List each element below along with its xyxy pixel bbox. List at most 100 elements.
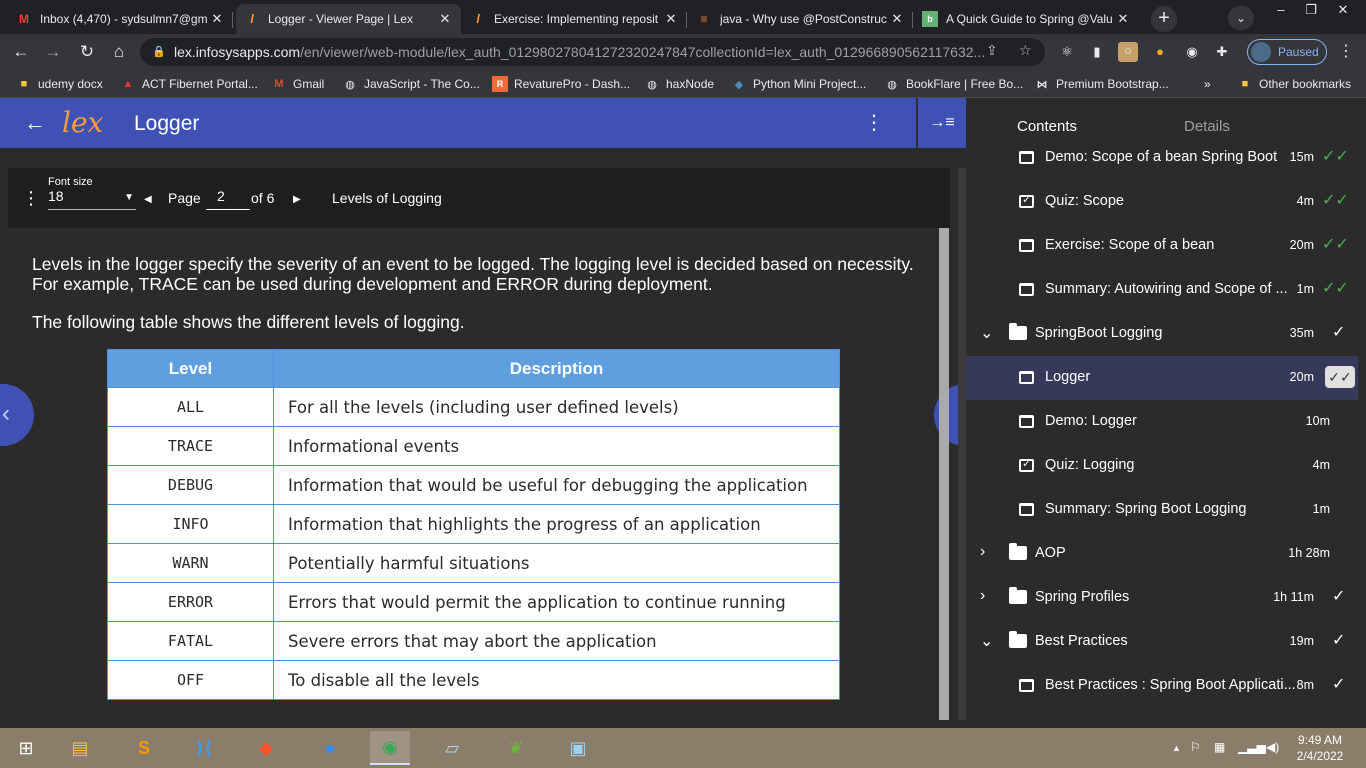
flag-icon[interactable]: ⚐ — [1190, 740, 1201, 754]
tab-title: java - Why use @PostConstruc — [720, 12, 887, 26]
module-icon — [1019, 371, 1034, 384]
collapse-panel-button[interactable]: →≡ — [916, 98, 966, 148]
chevron-down-icon[interactable]: ⌄ — [980, 631, 993, 651]
camera-icon[interactable]: ◉ — [1182, 42, 1202, 62]
signal-icon[interactable]: ▁▃▅ — [1238, 740, 1266, 754]
viewer-content: ⋮ Font size 18 ▼ ◀ Page 2 of 6 ▶ Levels … — [0, 148, 966, 728]
bookmark-javascript[interactable]: ◍ JavaScript - The Co... — [342, 75, 480, 93]
list-item[interactable]: Quiz: Scope 4m ✓✓ — [966, 180, 1358, 224]
list-item[interactable]: Exercise: Scope of a bean 20m ✓✓ — [966, 224, 1358, 268]
folder-icon — [1009, 631, 1027, 648]
photos-icon[interactable]: ▣ — [558, 731, 598, 765]
folder-best-practices[interactable]: ⌄ Best Practices 19m ✓ — [966, 620, 1358, 664]
lock-icon: 🔒 — [152, 46, 166, 58]
list-item[interactable]: Demo: Scope of a bean Spring Boot 15m ✓✓ — [966, 136, 1358, 180]
chevron-right-icon[interactable]: › — [980, 543, 985, 561]
bookmark-python[interactable]: ◆ Python Mini Project... — [731, 75, 867, 93]
window-close-icon[interactable]: ✕ — [1330, 2, 1356, 18]
check-icon: ✓ — [1332, 632, 1346, 649]
next-page-icon[interactable]: ▶ — [293, 194, 301, 205]
back-arrow-icon[interactable]: ← — [8, 40, 34, 64]
browser-tab-gmail[interactable]: M Inbox (4,470) - sydsulmn7@gm ✕ — [8, 4, 233, 34]
browser-tab-stackoverflow[interactable]: ≡ java - Why use @PostConstruc ✕ — [688, 4, 913, 34]
other-bookmarks[interactable]: ■ Other bookmarks — [1237, 75, 1351, 93]
browser-tab-exercise[interactable]: l Exercise: Implementing reposit ✕ — [462, 4, 687, 34]
face-extension-icon[interactable]: ☺ — [1118, 42, 1138, 62]
back-arrow-icon[interactable]: ← — [24, 110, 46, 136]
bookmarks-overflow-button[interactable]: » — [1204, 75, 1211, 93]
tab-search-button[interactable]: ⌄ — [1228, 6, 1254, 30]
check-icon: ✓ — [1332, 676, 1346, 693]
extension-icon[interactable]: ▮ — [1087, 42, 1107, 62]
previous-page-icon[interactable]: ◀ — [144, 194, 152, 205]
brave-icon[interactable]: ◆ — [246, 731, 286, 765]
bookmark-bookflare[interactable]: ◍ BookFlare | Free Bo... — [884, 75, 1023, 93]
minimize-icon[interactable]: – — [1268, 2, 1294, 17]
list-item[interactable]: Summary: Spring Boot Logging 1m — [966, 488, 1358, 532]
tab-details[interactable]: Details — [1184, 118, 1230, 135]
intro-paragraph: Levels in the logger specify the severit… — [32, 254, 914, 294]
profile-button[interactable]: Paused — [1247, 39, 1327, 65]
windows-start-icon[interactable]: ⊞ — [6, 731, 46, 765]
new-tab-button[interactable]: + — [1151, 6, 1177, 32]
more-options-icon[interactable]: ⋮ — [864, 110, 884, 135]
home-icon[interactable]: ⌂ — [106, 40, 132, 64]
close-icon[interactable]: ✕ — [889, 11, 905, 27]
close-icon[interactable]: ✕ — [1115, 11, 1131, 27]
file-explorer-icon[interactable]: ▤ — [60, 731, 100, 765]
revature-icon: R — [492, 76, 508, 92]
system-clock[interactable]: 9:49 AM 2/4/2022 — [1290, 732, 1350, 764]
fire-extension-icon[interactable]: ● — [1150, 42, 1170, 62]
folder-springboot-logging[interactable]: ⌄ SpringBoot Logging 35m ✓ — [966, 312, 1358, 356]
browser-tab-baeldung[interactable]: b A Quick Guide to Spring @Valu ✕ — [914, 4, 1139, 34]
restore-icon[interactable]: ❐ — [1298, 2, 1324, 18]
puzzle-icon[interactable]: ✚ — [1212, 42, 1232, 62]
folder-spring-profiles[interactable]: › Spring Profiles 1h 11m ✓ — [966, 576, 1358, 620]
content-scrollbar[interactable] — [939, 228, 949, 720]
menu-kebab-icon[interactable]: ⋮ — [1336, 42, 1356, 62]
spring-tool-icon[interactable]: ❦ — [496, 731, 536, 765]
forward-arrow-icon[interactable]: → — [40, 40, 66, 64]
section-title: Levels of Logging — [332, 190, 442, 206]
chevron-right-icon[interactable]: › — [980, 587, 985, 605]
chrome-icon[interactable]: ◉ — [370, 731, 410, 765]
panel-scrollbar-track[interactable] — [958, 168, 966, 720]
list-item[interactable]: Quiz: Logging 4m — [966, 444, 1358, 488]
bookmark-udemy[interactable]: ■ udemy docx — [16, 75, 103, 93]
list-item[interactable]: Summary: Autowiring and Scope of ... 1m … — [966, 268, 1358, 312]
bookmark-revature[interactable]: R RevaturePro - Dash... — [492, 75, 630, 93]
bookmark-act[interactable]: ▲ ACT Fibernet Portal... — [120, 75, 258, 93]
sublime-text-icon[interactable]: S — [124, 731, 164, 765]
font-size-select[interactable]: 18 ▼ — [48, 188, 136, 210]
network-icon[interactable]: ▦ — [1214, 740, 1225, 754]
react-devtools-icon[interactable]: ⚛ — [1057, 42, 1077, 62]
address-bar[interactable]: 🔒 lex.infosysapps.com/en/viewer/web-modu… — [140, 38, 1045, 66]
folder-aop[interactable]: › AOP 1h 28m — [966, 532, 1358, 576]
bookmark-bootstrap[interactable]: ⋈ Premium Bootstrap... — [1034, 75, 1169, 93]
share-icon[interactable]: ⇪ — [986, 42, 998, 59]
url-path: /en/viewer/web-module/lex_auth_012980278… — [300, 44, 986, 60]
reload-icon[interactable]: ↻ — [74, 40, 100, 64]
close-icon[interactable]: ✕ — [209, 11, 225, 27]
volume-icon[interactable]: ◀) — [1266, 740, 1279, 754]
zoom-icon[interactable]: ● — [310, 731, 350, 765]
quiz-icon — [1019, 457, 1034, 472]
list-item-selected[interactable]: Logger 20m ✓✓ — [966, 356, 1358, 400]
table-row: OFF To disable all the levels — [107, 660, 840, 700]
list-item[interactable]: Demo: Logger 10m — [966, 400, 1358, 444]
bookmark-haxnode[interactable]: ◍ haxNode — [644, 75, 714, 93]
close-icon[interactable]: ✕ — [663, 11, 679, 27]
star-icon[interactable]: ☆ — [1019, 42, 1032, 59]
browser-tab-logger[interactable]: l Logger - Viewer Page | Lex ✕ — [236, 4, 461, 34]
list-item[interactable]: Best Practices : Spring Boot Applicati..… — [966, 664, 1358, 708]
drag-handle-icon[interactable]: ⋮ — [22, 189, 40, 207]
bookmark-gmail[interactable]: M Gmail — [271, 75, 324, 93]
vscode-icon[interactable]: ⟩⟨ — [184, 731, 224, 765]
page-number-input[interactable]: 2 — [206, 188, 250, 210]
tab-contents[interactable]: Contents — [1017, 118, 1077, 135]
notepad-icon[interactable]: ▱ — [432, 731, 472, 765]
tray-expand-icon[interactable]: ▲ — [1172, 743, 1181, 753]
previous-section-button[interactable]: ‹ — [0, 384, 34, 446]
chevron-down-icon[interactable]: ⌄ — [980, 323, 993, 343]
close-icon[interactable]: ✕ — [437, 11, 453, 27]
